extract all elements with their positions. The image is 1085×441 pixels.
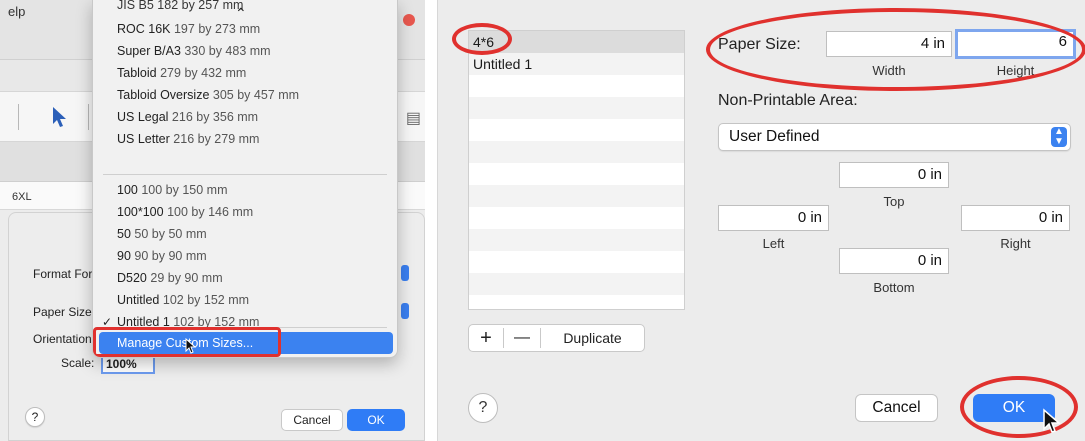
- menu-item[interactable]: 90 90 by 90 mm: [93, 245, 397, 267]
- menu-item-name: 90: [117, 249, 131, 263]
- size-list-item[interactable]: Untitled 1: [469, 53, 684, 75]
- empty-list-row: [469, 185, 684, 207]
- margin-right-label: Right: [1000, 236, 1031, 251]
- margin-bottom-label: Bottom: [873, 280, 915, 295]
- mouse-cursor-icon: [1043, 408, 1062, 433]
- margin-right-field[interactable]: 0 in: [961, 205, 1070, 231]
- format-for-label: Format For: [33, 267, 93, 281]
- menu-item-size: 50 by 50 mm: [134, 227, 207, 241]
- custom-paper-sizes-dialog: 4*6 Untitled 1 + — Duplicate Paper Size: …: [437, 0, 1085, 441]
- menu-item[interactable]: Tabloid Oversize 305 by 457 mm: [93, 84, 397, 106]
- empty-list-row: [469, 229, 684, 251]
- help-button[interactable]: ?: [25, 407, 45, 427]
- empty-list-row: [469, 295, 684, 309]
- empty-list-row: [469, 251, 684, 273]
- paper-size-label: Paper Size:: [718, 36, 801, 53]
- add-size-button[interactable]: +: [469, 325, 503, 351]
- comment-icon[interactable]: ▤: [406, 108, 421, 128]
- menu-item-size: 197 by 273 mm: [173, 22, 261, 36]
- menu-item[interactable]: ROC 16K 197 by 273 mm: [93, 18, 397, 40]
- menu-item[interactable]: Tabloid 279 by 432 mm: [93, 62, 397, 84]
- menu-item-label: JIS B5 182 by 257 mm: [117, 0, 244, 12]
- menu-divider: [103, 174, 387, 175]
- format-for-popup-edge[interactable]: [401, 265, 409, 281]
- menu-item-size: 102 by 152 mm: [162, 293, 250, 307]
- menu-item-size: 216 by 356 mm: [171, 110, 259, 124]
- paper-size-popup-edge[interactable]: [401, 303, 409, 319]
- close-window-icon[interactable]: [403, 14, 415, 26]
- margin-left-label: Left: [762, 236, 785, 251]
- menu-item-size: 279 by 432 mm: [160, 66, 247, 80]
- menu-item-name: Tabloid: [117, 66, 157, 80]
- ok-button[interactable]: OK: [347, 409, 405, 431]
- margin-top-field[interactable]: 0 in: [839, 162, 949, 188]
- menu-item-size: 100 by 150 mm: [141, 183, 228, 197]
- width-label: Width: [872, 63, 906, 78]
- menu-item-name: 100*100: [117, 205, 164, 219]
- ruler-label: 6XL: [12, 191, 32, 203]
- list-tools: + — Duplicate: [468, 324, 645, 352]
- menu-item-name: US Legal: [117, 110, 169, 124]
- menu-item-name: Super B/A3: [117, 44, 181, 58]
- menu-item-size: 216 by 279 mm: [173, 132, 260, 146]
- menu-item[interactable]: US Legal 216 by 356 mm: [93, 106, 397, 128]
- cancel-button[interactable]: Cancel: [281, 409, 343, 431]
- remove-size-button[interactable]: —: [504, 325, 540, 351]
- size-list-item[interactable]: 4*6: [469, 31, 684, 53]
- menu-item[interactable]: Untitled 102 by 152 mm: [93, 289, 397, 311]
- empty-list-row: [469, 141, 684, 163]
- width-field[interactable]: 4 in: [826, 31, 952, 57]
- menu-item-size: 100 by 146 mm: [167, 205, 254, 219]
- margin-bottom-field[interactable]: 0 in: [839, 248, 949, 274]
- menu-item-size: 305 by 457 mm: [212, 88, 300, 102]
- empty-list-row: [469, 119, 684, 141]
- menu-item[interactable]: US Letter 216 by 279 mm: [93, 128, 397, 150]
- menu-item-name: D520: [117, 271, 147, 285]
- height-label: Height: [996, 63, 1035, 78]
- menu-item-name: ROC 16K: [117, 22, 171, 36]
- menu-help-fragment[interactable]: elp: [8, 4, 25, 19]
- empty-list-row: [469, 163, 684, 185]
- menu-item[interactable]: 100 100 by 150 mm: [93, 179, 397, 201]
- mouse-cursor-icon: [185, 338, 197, 354]
- menu-item[interactable]: 100*100 100 by 146 mm: [93, 201, 397, 223]
- menu-item-name: 50: [117, 227, 131, 241]
- menu-item-size: 90 by 90 mm: [134, 249, 207, 263]
- popup-stepper-icon: ▲ ▼: [1051, 127, 1067, 147]
- menu-item-name: 100: [117, 183, 138, 197]
- paper-size-label: Paper Size: [33, 305, 92, 319]
- duplicate-button[interactable]: Duplicate: [541, 325, 644, 351]
- orientation-label: Orientation: [33, 332, 92, 346]
- non-printable-area-popup[interactable]: User Defined ▲ ▼: [718, 123, 1071, 151]
- toolbar-separator: [18, 104, 19, 130]
- menu-item-size: 29 by 90 mm: [150, 271, 223, 285]
- left-screenshot-panel: elp ▤ 6XL Format For Paper Size Orientat…: [0, 0, 425, 441]
- custom-sizes-list[interactable]: 4*6 Untitled 1: [468, 30, 685, 310]
- select-arrow-icon[interactable]: [50, 106, 70, 128]
- height-field[interactable]: 6: [955, 29, 1076, 59]
- cancel-button[interactable]: Cancel: [855, 394, 938, 422]
- menu-item[interactable]: D520 29 by 90 mm: [93, 267, 397, 289]
- paper-size-dropdown-menu: JIS B5 182 by 257 mm ⌃ ROC 16K 197 by 27…: [92, 0, 398, 358]
- menu-item-name: US Letter: [117, 132, 170, 146]
- menu-item-name: Tabloid Oversize: [117, 88, 210, 102]
- toolbar-separator: [88, 104, 89, 130]
- margin-top-label: Top: [883, 194, 905, 209]
- popup-value: User Defined: [729, 128, 820, 145]
- empty-list-row: [469, 75, 684, 97]
- empty-list-row: [469, 97, 684, 119]
- help-button[interactable]: ?: [468, 393, 498, 423]
- menu-item-size: 330 by 483 mm: [184, 44, 271, 58]
- scale-label: Scale:: [61, 356, 95, 370]
- menu-item-name: Untitled: [117, 293, 160, 307]
- margin-left-field[interactable]: 0 in: [718, 205, 829, 231]
- empty-list-row: [469, 207, 684, 229]
- non-printable-area-label: Non-Printable Area:: [718, 92, 858, 109]
- menu-item[interactable]: 50 50 by 50 mm: [93, 223, 397, 245]
- empty-list-row: [469, 273, 684, 295]
- menu-item[interactable]: Super B/A3 330 by 483 mm: [93, 40, 397, 62]
